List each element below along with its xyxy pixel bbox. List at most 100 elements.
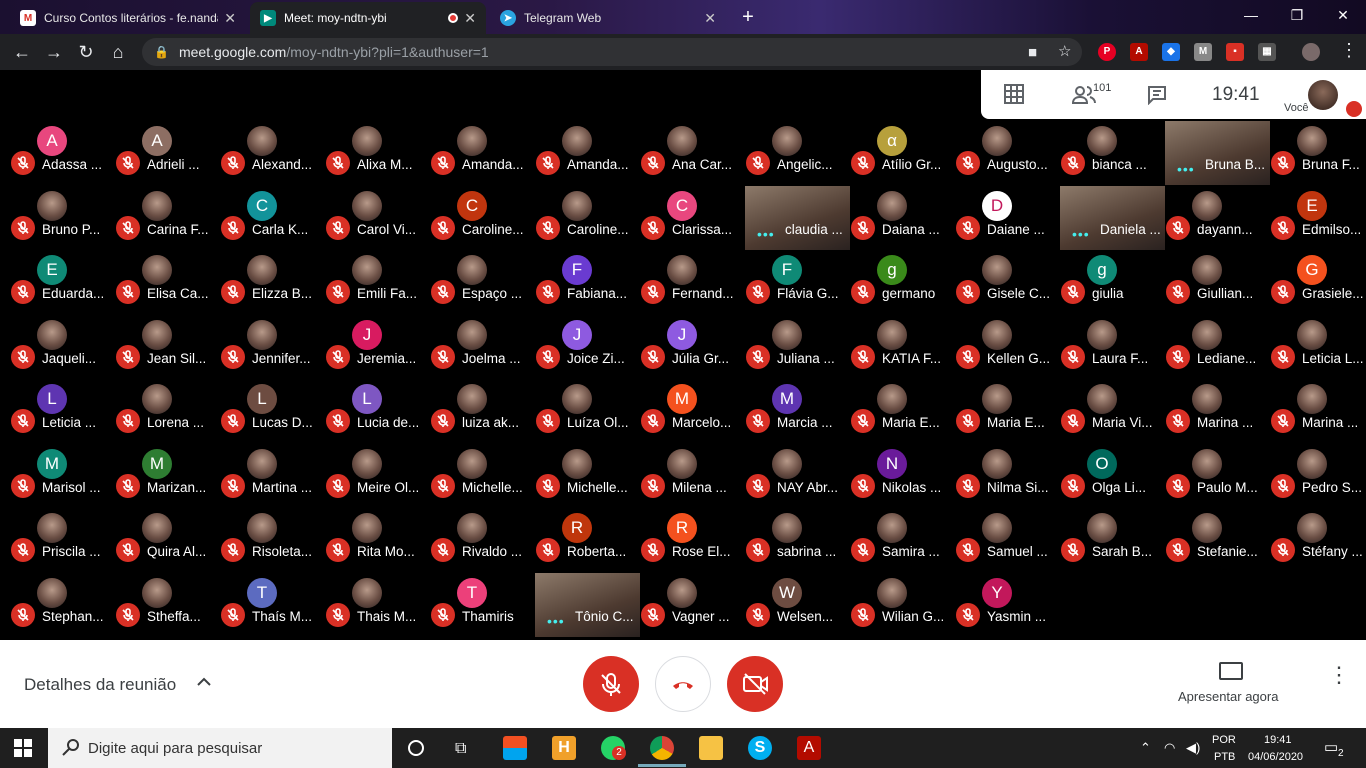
participant-tile[interactable]: Paulo M... [1165, 444, 1270, 508]
participant-tile[interactable]: R Rose El... [640, 508, 745, 572]
participant-tile[interactable]: Carol Vi... [325, 186, 430, 250]
extension-icon[interactable]: ◆ [1162, 43, 1180, 61]
chevron-up-icon[interactable] [196, 674, 212, 692]
language-top[interactable]: POR [1212, 734, 1236, 746]
store-icon[interactable] [503, 736, 527, 760]
participant-tile[interactable]: Amanda... [430, 121, 535, 185]
participant-tile[interactable]: T Thamiris [430, 573, 535, 637]
participant-tile[interactable]: M Marcelo... [640, 379, 745, 443]
participant-tile[interactable]: O Olga Li... [1060, 444, 1165, 508]
close-icon[interactable]: ✕ [224, 10, 236, 27]
participant-tile[interactable]: G Grasiele... [1270, 250, 1366, 314]
minimize-button[interactable]: — [1228, 0, 1274, 32]
participant-tile[interactable]: Stéfany ... [1270, 508, 1366, 572]
grid-extension-icon[interactable]: ▦ [1258, 43, 1276, 61]
participant-tile[interactable]: Kellen G... [955, 315, 1060, 379]
participant-tile[interactable]: Pedro S... [1270, 444, 1366, 508]
wifi-icon[interactable]: ◠ [1164, 740, 1175, 756]
close-icon[interactable]: ✕ [704, 10, 716, 27]
extension-icon[interactable]: ▪ [1226, 43, 1244, 61]
participant-tile[interactable]: Joelma ... [430, 315, 535, 379]
chevron-up-icon[interactable]: ⌃ [1140, 740, 1151, 756]
participant-tile[interactable]: ••• claudia ... [745, 185, 850, 250]
participant-tile[interactable]: L Leticia ... [10, 379, 115, 443]
task-view-icon[interactable]: ⧉ [455, 740, 466, 758]
participant-tile[interactable]: Samira ... [850, 508, 955, 572]
forward-button[interactable]: → [38, 36, 70, 68]
participant-tile[interactable]: Stheffa... [115, 573, 220, 637]
participant-tile[interactable]: Angelic... [745, 121, 850, 185]
extension-m-icon[interactable]: M [1194, 43, 1212, 61]
tab-gmail[interactable]: M Curso Contos literários - fe.nanda ✕ [10, 2, 246, 34]
chat-icon[interactable] [1147, 85, 1167, 106]
participant-tile[interactable]: W Welsen... [745, 573, 850, 637]
participant-tile[interactable]: Fernand... [640, 250, 745, 314]
participant-tile[interactable]: Priscila ... [10, 508, 115, 572]
participant-tile[interactable]: R Roberta... [535, 508, 640, 572]
participant-tile[interactable]: Marina ... [1270, 379, 1366, 443]
participant-tile[interactable]: KATIA F... [850, 315, 955, 379]
participant-tile[interactable]: bianca ... [1060, 121, 1165, 185]
participant-tile[interactable]: Carina F... [115, 186, 220, 250]
taskbar-search-box[interactable]: Digite aqui para pesquisar [48, 728, 392, 768]
skype-icon[interactable]: S [748, 736, 772, 760]
participant-tile[interactable]: J Júlia Gr... [640, 315, 745, 379]
camera-icon[interactable]: ■ [1028, 44, 1037, 61]
taskbar-clock-time[interactable]: 19:41 [1264, 734, 1292, 746]
participant-tile[interactable]: g giulia [1060, 250, 1165, 314]
participant-tile[interactable]: luiza ak... [430, 379, 535, 443]
participant-tile[interactable]: Elisa Ca... [115, 250, 220, 314]
participant-tile[interactable]: E Eduarda... [10, 250, 115, 314]
participant-tile[interactable]: Gisele C... [955, 250, 1060, 314]
participant-tile[interactable]: ••• Tônio C... [535, 572, 640, 637]
participant-tile[interactable]: Y Yasmin ... [955, 573, 1060, 637]
participant-tile[interactable]: dayann... [1165, 186, 1270, 250]
participant-tile[interactable]: Laura F... [1060, 315, 1165, 379]
volume-icon[interactable]: ◀) [1186, 740, 1200, 756]
participant-tile[interactable]: T Thaís M... [220, 573, 325, 637]
present-now-button[interactable]: Apresentar agora [1178, 689, 1278, 704]
participant-tile[interactable]: Elizza B... [220, 250, 325, 314]
participant-tile[interactable]: Augusto... [955, 121, 1060, 185]
participant-tile[interactable]: Amanda... [535, 121, 640, 185]
participant-tile[interactable]: C Caroline... [430, 186, 535, 250]
participant-tile[interactable]: ••• Bruna B... [1165, 121, 1270, 185]
participant-tile[interactable]: sabrina ... [745, 508, 850, 572]
meeting-details-button[interactable]: Detalhes da reunião [24, 675, 176, 695]
participant-tile[interactable]: Rivaldo ... [430, 508, 535, 572]
participant-tile[interactable]: g germano [850, 250, 955, 314]
participant-tile[interactable]: N Nikolas ... [850, 444, 955, 508]
participant-tile[interactable]: M Marisol ... [10, 444, 115, 508]
participant-tile[interactable]: Stefanie... [1165, 508, 1270, 572]
participant-tile[interactable]: Alixa M... [325, 121, 430, 185]
windows-start-icon[interactable] [14, 739, 32, 757]
participant-tile[interactable]: Espaço ... [430, 250, 535, 314]
close-icon[interactable]: ✕ [464, 10, 476, 27]
participant-tile[interactable]: Rita Mo... [325, 508, 430, 572]
participant-tile[interactable]: Daiana ... [850, 186, 955, 250]
pdf-icon[interactable]: A [1130, 43, 1148, 61]
participant-tile[interactable]: Vagner ... [640, 573, 745, 637]
participant-tile[interactable]: Jennifer... [220, 315, 325, 379]
close-window-button[interactable]: ✕ [1320, 0, 1366, 32]
participant-tile[interactable]: Lediane... [1165, 315, 1270, 379]
participant-tile[interactable]: ••• Daniela ... [1060, 185, 1165, 250]
participant-tile[interactable]: Lorena ... [115, 379, 220, 443]
new-tab-button[interactable]: + [736, 6, 760, 30]
participant-tile[interactable]: Emili Fa... [325, 250, 430, 314]
participant-tile[interactable]: α Atílio Gr... [850, 121, 955, 185]
participant-tile[interactable]: L Lucas D... [220, 379, 325, 443]
participant-tile[interactable]: F Flávia G... [745, 250, 850, 314]
participant-tile[interactable]: D Daiane ... [955, 186, 1060, 250]
participant-tile[interactable]: F Fabiana... [535, 250, 640, 314]
reload-button[interactable]: ↻ [70, 36, 102, 68]
participant-tile[interactable]: Maria Vi... [1060, 379, 1165, 443]
leave-call-button[interactable] [655, 656, 711, 712]
participant-tile[interactable]: Thais M... [325, 573, 430, 637]
participant-tile[interactable]: C Carla K... [220, 186, 325, 250]
participant-tile[interactable]: M Marizan... [115, 444, 220, 508]
participant-tile[interactable]: J Jeremia... [325, 315, 430, 379]
h-app-icon[interactable]: H [552, 736, 576, 760]
back-button[interactable]: ← [6, 36, 38, 68]
taskbar-clock-date[interactable]: 04/06/2020 [1248, 751, 1303, 763]
